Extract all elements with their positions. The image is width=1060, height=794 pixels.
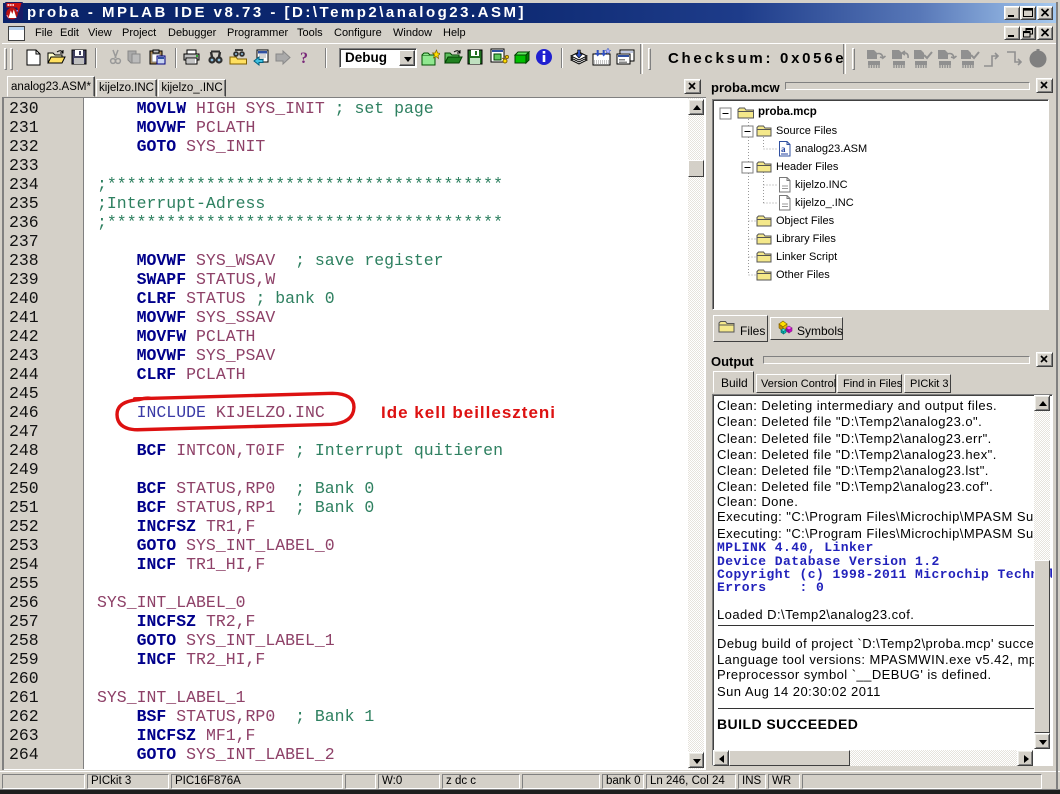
svg-text:a: a <box>781 144 786 154</box>
svg-text:?: ? <box>300 50 308 66</box>
